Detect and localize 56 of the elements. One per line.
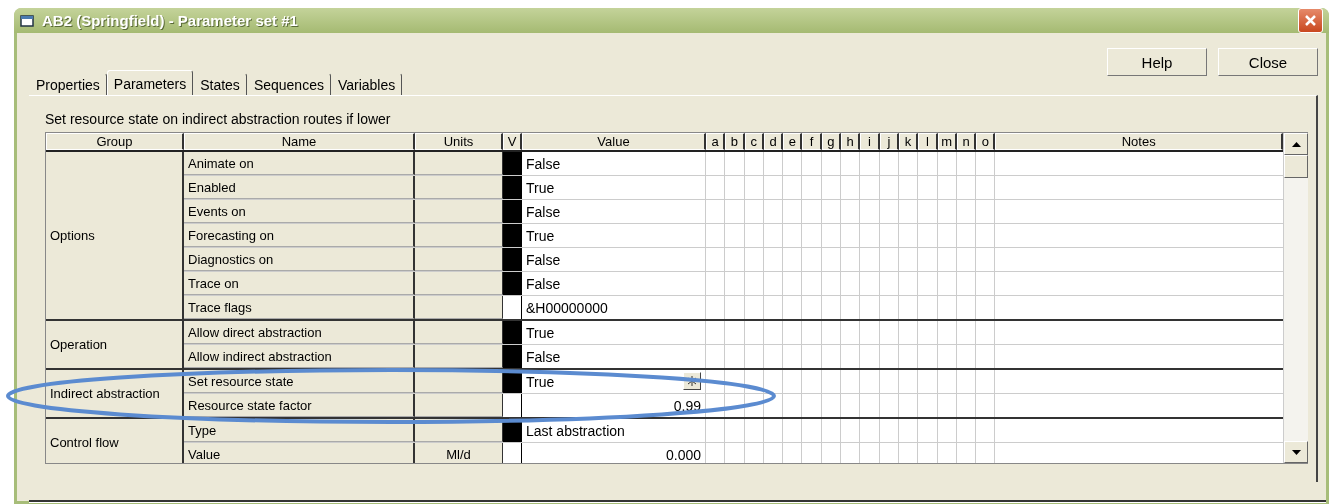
value-cell[interactable]: 0.99 (522, 394, 706, 417)
close-icon[interactable] (1298, 8, 1323, 33)
column-header: l (918, 133, 938, 150)
value-cell[interactable]: Last abstraction (522, 419, 706, 442)
up-arrow-icon (1291, 141, 1301, 147)
value-cell[interactable]: True (522, 321, 706, 344)
name-cell: Enabled (184, 176, 415, 199)
name-cell: Trace flags (184, 296, 415, 319)
column-header: f (802, 133, 822, 150)
value-cell[interactable]: False (522, 272, 706, 295)
value-cell[interactable]: False (522, 248, 706, 271)
group-cell: Control flow (46, 419, 184, 463)
window-icon (20, 14, 34, 27)
close-button[interactable]: Close (1218, 48, 1318, 76)
name-cell: Events on (184, 200, 415, 223)
name-cell: Forecasting on (184, 224, 415, 247)
column-header: b (725, 133, 745, 150)
value-cell[interactable]: &H00000000 (522, 296, 706, 319)
column-header: Notes (995, 133, 1283, 150)
window-title: AB2 (Springfield) - Parameter set #1 (42, 12, 298, 29)
column-header: Value (522, 133, 706, 150)
tab[interactable]: Parameters (106, 70, 194, 96)
column-header: V (503, 133, 522, 150)
column-header: Name (184, 133, 415, 150)
name-cell: Value (184, 443, 415, 463)
asterisk-icon (686, 375, 698, 387)
column-header: Group (46, 133, 184, 150)
column-header: i (860, 133, 880, 150)
scrollbar[interactable] (1283, 133, 1308, 463)
scroll-thumb[interactable] (1284, 155, 1308, 178)
value-cell[interactable]: 0.000 (522, 443, 706, 463)
column-header: Units (415, 133, 503, 150)
value-cell[interactable]: True (522, 370, 706, 393)
name-cell: Animate on (184, 152, 415, 175)
value-cell[interactable]: True (522, 224, 706, 247)
help-button[interactable]: Help (1107, 48, 1207, 76)
group-cell: Options (46, 152, 184, 319)
name-cell: Allow direct abstraction (184, 321, 415, 344)
value-cell[interactable]: False (522, 152, 706, 175)
name-cell: Resource state factor (184, 394, 415, 417)
name-cell: Trace on (184, 272, 415, 295)
units-cell: Ml/d (415, 443, 503, 463)
name-cell: Diagnostics on (184, 248, 415, 271)
column-header: h (841, 133, 861, 150)
down-arrow-icon (1291, 449, 1301, 455)
column-header: o (976, 133, 996, 150)
scroll-up-button[interactable] (1284, 133, 1308, 155)
column-header: e (783, 133, 803, 150)
description-text: Set resource state on indirect abstraction routes if lower (45, 110, 392, 129)
value-cell[interactable]: False (522, 200, 706, 223)
column-header: a (706, 133, 726, 150)
scroll-down-button[interactable] (1284, 441, 1308, 463)
name-cell: Allow indirect abstraction (184, 345, 415, 368)
value-cell[interactable]: False (522, 345, 706, 368)
group-cell: Operation (46, 321, 184, 368)
value-cell[interactable]: True (522, 176, 706, 199)
